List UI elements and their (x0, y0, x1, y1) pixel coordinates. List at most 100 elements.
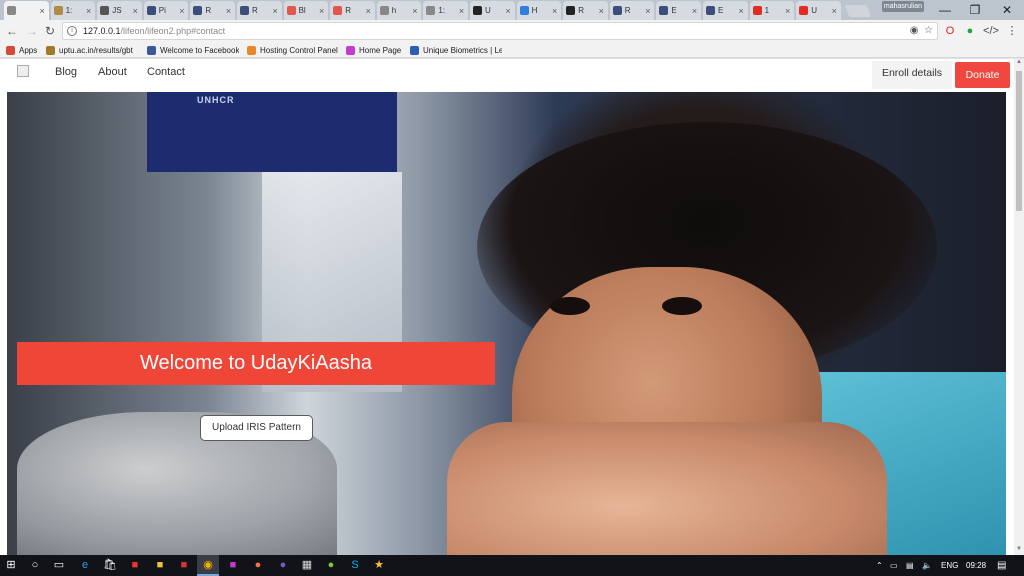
browser-tab[interactable]: 1 × (749, 1, 795, 20)
store-icon[interactable]: 🛍 (99, 555, 121, 576)
close-tab-icon[interactable]: × (643, 6, 652, 16)
browser-tab[interactable]: h × (376, 1, 422, 20)
bookmark-star-icon[interactable]: ☆ (924, 25, 933, 36)
page-icon (426, 6, 436, 15)
browser-tab[interactable]: JS × (97, 1, 142, 20)
browser-tab[interactable]: U × (796, 1, 841, 20)
input-language[interactable]: ENG (941, 555, 958, 576)
skype-icon[interactable]: S (344, 555, 366, 576)
notifications-icon[interactable]: ▤ (997, 555, 1006, 576)
h-logo-icon (659, 6, 669, 15)
battery-icon[interactable]: ▭ (890, 555, 898, 576)
tab-title: U (485, 6, 491, 15)
browser-tab[interactable]: R × (609, 1, 655, 20)
bookmark-item[interactable]: Hosting Control Panel (247, 44, 339, 56)
mail-app-icon[interactable]: ■ (124, 555, 146, 576)
bookmark-item[interactable]: Home Page (346, 44, 406, 56)
browser-tab[interactable]: 1: × (423, 1, 468, 20)
back-icon[interactable]: ← (4, 23, 20, 39)
browser-tab[interactable]: U × (470, 1, 515, 20)
close-tab-icon[interactable]: × (84, 6, 93, 16)
app-purple-icon[interactable]: ■ (222, 555, 244, 576)
network-icon[interactable]: ▤ (906, 555, 914, 576)
restore-icon[interactable]: ❐ (960, 0, 990, 20)
browser-tab[interactable]: E × (703, 1, 748, 20)
clock-time[interactable]: 09:28 (966, 555, 986, 576)
app-green-icon[interactable]: ● (320, 555, 342, 576)
browser-tab[interactable]: × (4, 1, 49, 20)
scroll-up-icon[interactable]: ▲ (1014, 59, 1024, 68)
close-tab-icon[interactable]: × (737, 6, 746, 16)
broken-logo-image[interactable] (17, 65, 29, 77)
globe-icon (46, 45, 55, 55)
bookmark-item[interactable]: Welcome to Facebook (147, 44, 239, 56)
close-tab-icon[interactable]: × (271, 6, 280, 16)
browser-tab[interactable]: Bl × (283, 1, 329, 20)
scroll-down-icon[interactable]: ▼ (1014, 546, 1024, 555)
profile-chip[interactable]: mahasrulian (882, 1, 924, 12)
edge-browser-icon[interactable]: e (74, 555, 96, 576)
windows-start-icon[interactable]: ⊞ (0, 555, 22, 576)
close-window-icon[interactable]: ✕ (992, 0, 1022, 20)
opera-extension-icon[interactable]: O (942, 23, 958, 39)
site-info-icon[interactable]: i (67, 26, 77, 36)
upload-iris-button[interactable]: Upload IRIS Pattern (200, 415, 313, 441)
camera-icon[interactable]: ◉ (910, 25, 919, 36)
pdf-icon (333, 6, 343, 15)
close-tab-icon[interactable]: × (457, 6, 466, 16)
bookmark-item[interactable]: Apps (6, 44, 44, 56)
page-icon (53, 6, 63, 15)
h-logo-icon (193, 6, 203, 15)
donate-button[interactable]: Donate (955, 62, 1010, 88)
forward-icon[interactable]: → (24, 23, 40, 39)
close-tab-icon[interactable]: × (364, 6, 373, 16)
bookmark-item[interactable]: Unique Biometrics | Le (410, 44, 502, 56)
volume-icon[interactable]: 🔈 (922, 555, 932, 576)
page-scrollbar[interactable]: ▲ ▼ (1014, 59, 1024, 555)
menu-kebab-icon[interactable]: ⋮ (1004, 23, 1020, 39)
chrome-taskbar-icon[interactable]: ◉ (197, 555, 219, 576)
app-grid-icon[interactable]: ▦ (296, 555, 318, 576)
browser-tab[interactable]: R × (330, 1, 375, 20)
new-tab-button[interactable] (844, 5, 872, 17)
close-tab-icon[interactable]: × (690, 6, 699, 16)
close-tab-icon[interactable]: × (177, 6, 186, 16)
browser-tab[interactable]: Pi × (143, 1, 189, 20)
browser-tab[interactable]: 1: × (50, 1, 96, 20)
close-tab-icon[interactable]: × (131, 6, 140, 16)
browser-tab[interactable]: H × (516, 1, 562, 20)
firefox-icon[interactable]: ● (247, 555, 269, 576)
tray-chevron-icon[interactable]: ⌃ (876, 555, 883, 576)
close-tab-icon[interactable]: × (504, 6, 513, 16)
app-globe-icon[interactable]: ● (272, 555, 294, 576)
browser-tab[interactable]: E × (656, 1, 701, 20)
bookmark-item[interactable]: uptu.ac.in/results/gbt (46, 44, 138, 56)
nav-link-about[interactable]: About (98, 66, 127, 78)
nav-link-blog[interactable]: Blog (55, 66, 77, 78)
close-tab-icon[interactable]: × (597, 6, 606, 16)
code-extension-icon[interactable]: </> (983, 23, 999, 39)
media-app-icon[interactable]: ■ (173, 555, 195, 576)
browser-tab[interactable]: R × (563, 1, 608, 20)
cortana-search-icon[interactable]: ○ (24, 555, 46, 576)
close-tab-icon[interactable]: × (550, 6, 559, 16)
scrollbar-thumb[interactable] (1016, 71, 1022, 211)
close-tab-icon[interactable]: × (317, 6, 326, 16)
close-tab-icon[interactable]: × (830, 6, 839, 16)
browser-tab[interactable]: R × (190, 1, 235, 20)
close-tab-icon[interactable]: × (783, 6, 792, 16)
tab-title: E (718, 6, 724, 15)
address-bar[interactable]: i 127.0.0.1 /lifeon/lifeon2.php#contact … (62, 22, 938, 40)
task-view-icon[interactable]: ▭ (48, 555, 70, 576)
reload-icon[interactable]: ↻ (42, 23, 58, 39)
nav-link-contact[interactable]: Contact (147, 66, 185, 78)
close-tab-icon[interactable]: × (224, 6, 233, 16)
close-tab-icon[interactable]: × (410, 6, 419, 16)
close-tab-icon[interactable]: × (38, 6, 47, 16)
enroll-details-button[interactable]: Enroll details (872, 61, 952, 89)
file-explorer-icon[interactable]: ■ (149, 555, 171, 576)
app-star-icon[interactable]: ★ (368, 555, 390, 576)
browser-tab[interactable]: R × (237, 1, 282, 20)
new-extension-icon[interactable]: ● (962, 23, 978, 39)
minimize-icon[interactable]: — (930, 0, 960, 20)
